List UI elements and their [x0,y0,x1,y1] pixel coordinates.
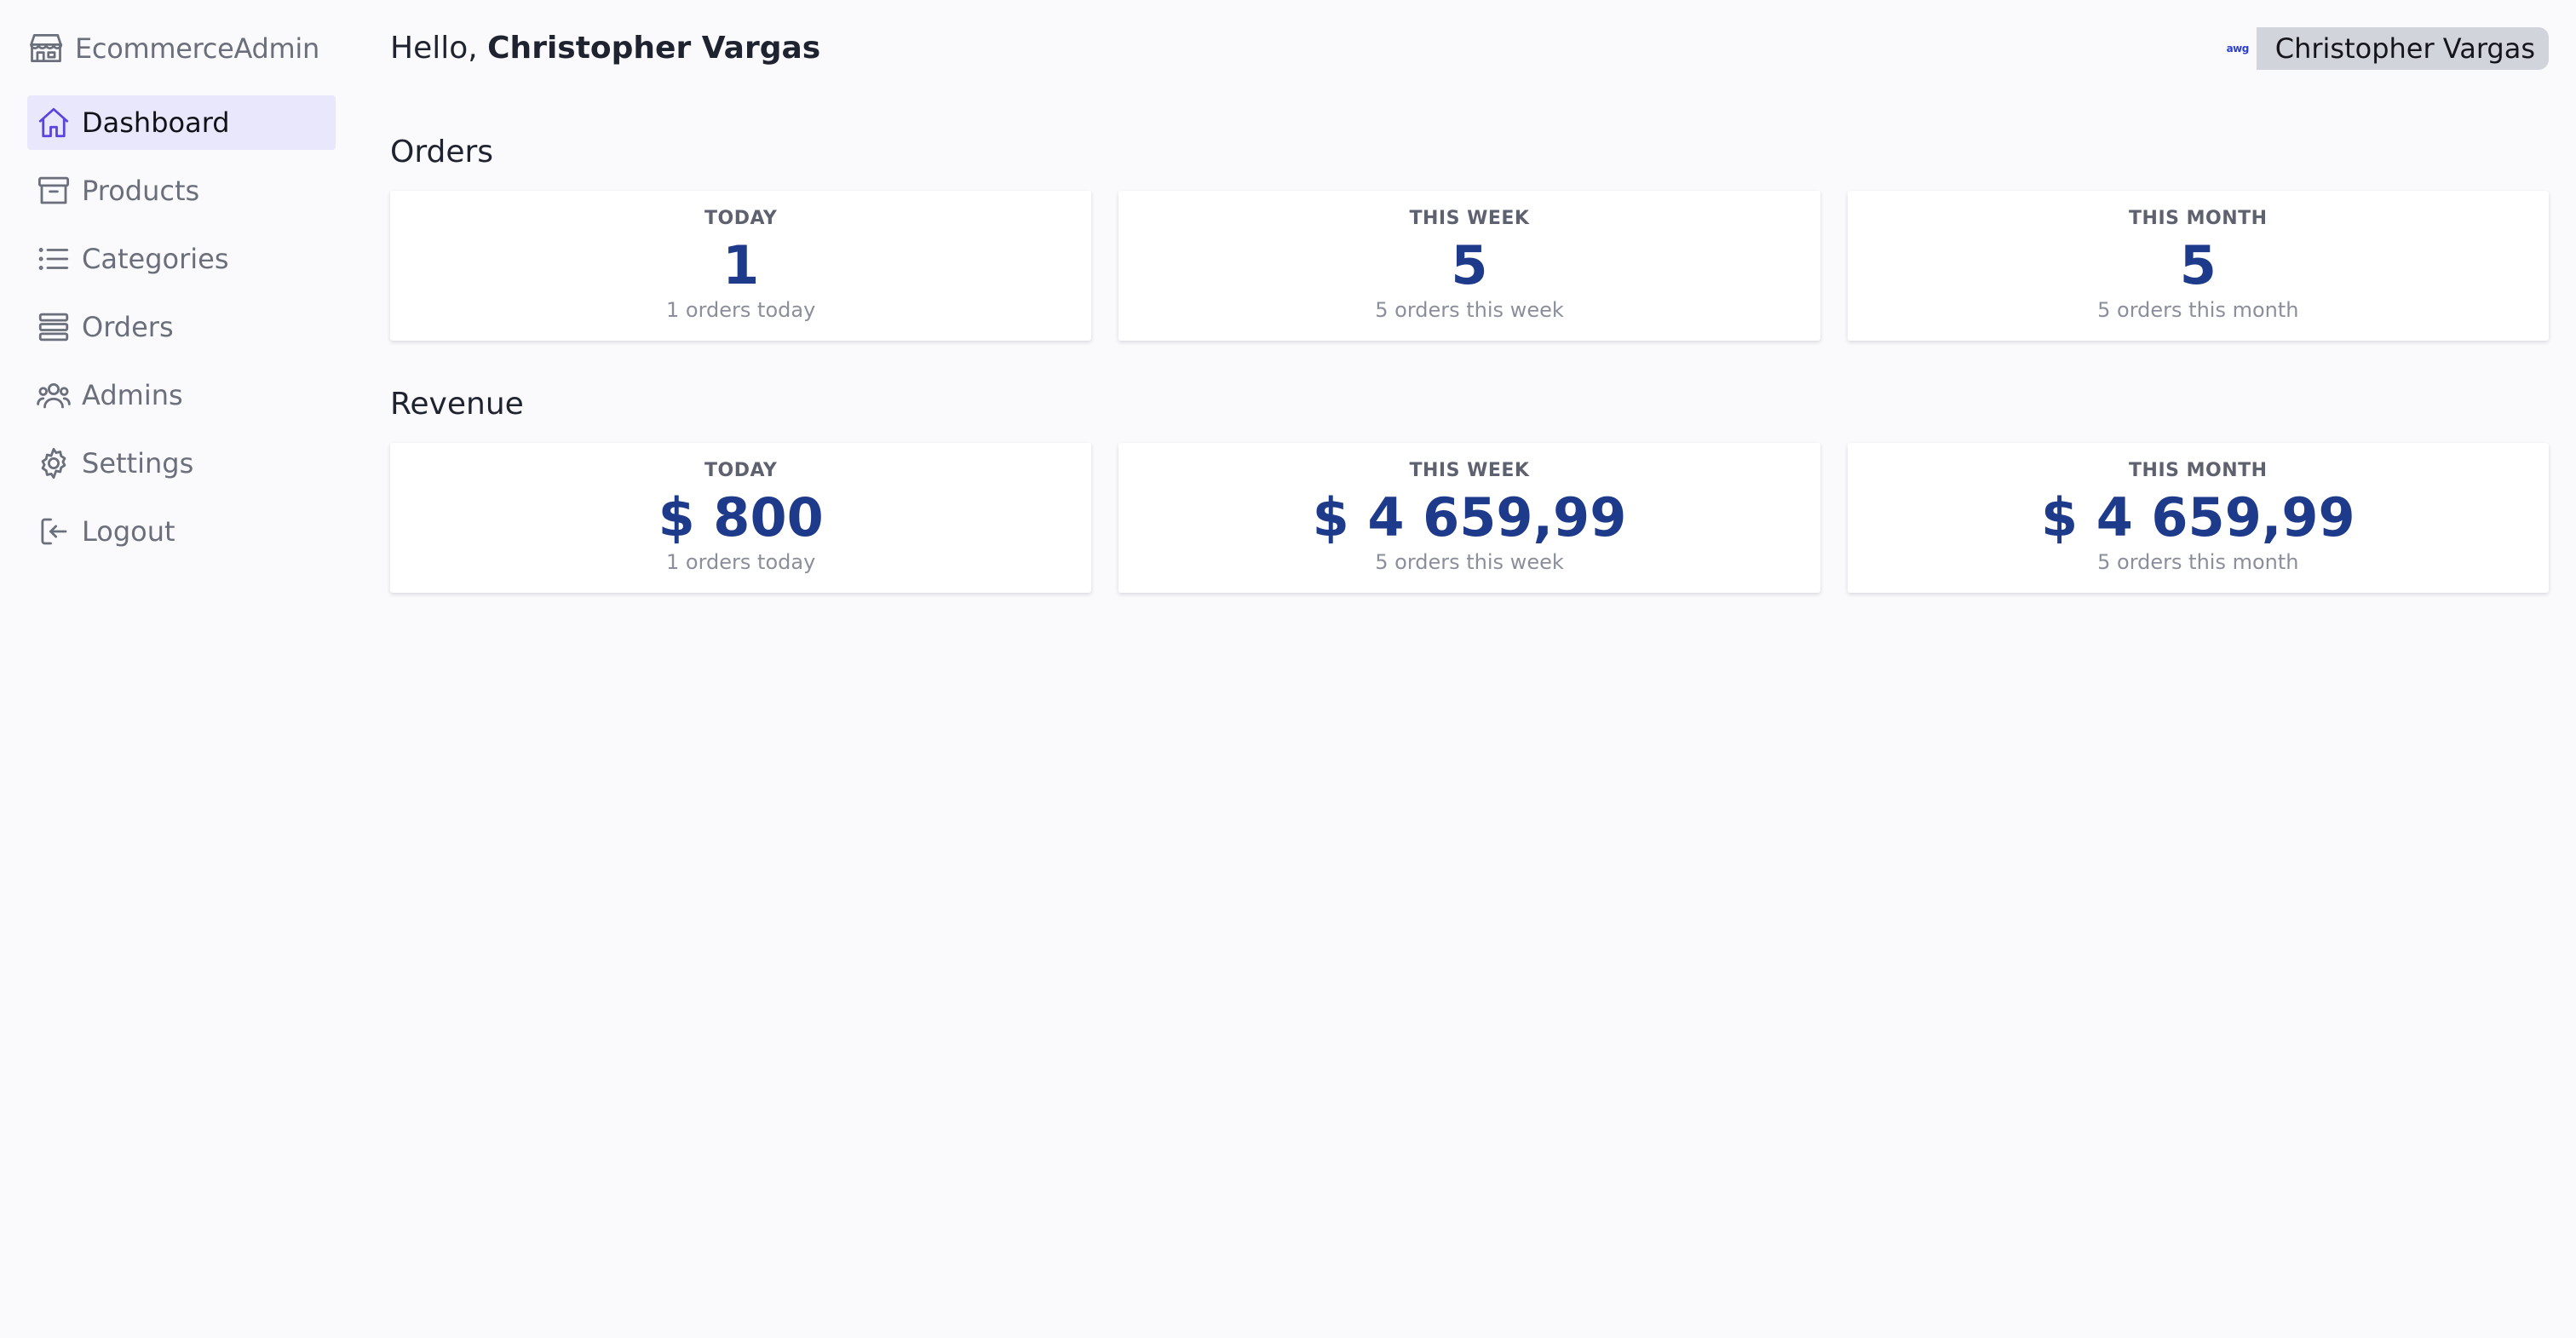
sidebar-item-label: Products [82,175,200,207]
user-menu[interactable]: awg Christopher Vargas [2219,27,2549,70]
greeting-user-name: Christopher Vargas [487,31,821,66]
sidebar-item-label: Orders [82,311,174,343]
sidebar-item-label: Settings [82,447,194,479]
revenue-cards: TODAY $ 800 1 orders today THIS WEEK $ 4… [390,443,2549,593]
card-value: 5 [2179,234,2217,296]
logout-icon [41,518,67,545]
sidebar-nav: Dashboard Products Categories Orders Adm… [27,95,336,572]
user-name-badge: Christopher Vargas [2256,27,2549,70]
sidebar-item-dashboard[interactable]: Dashboard [27,95,336,150]
revenue-card-today: TODAY $ 800 1 orders today [390,443,1092,593]
greeting: Hello, Christopher Vargas [390,31,820,66]
card-label: TODAY [704,208,778,229]
orders-cards: TODAY 1 1 orders today THIS WEEK 5 5 ord… [390,191,2549,341]
brand-logo[interactable]: EcommerceAdmin [27,27,319,70]
sidebar-item-categories[interactable]: Categories [27,232,336,286]
revenue-card-this-week: THIS WEEK $ 4 659,99 5 orders this week [1118,443,1820,593]
user-logo-text: awg [2226,43,2250,55]
card-subtext: 5 orders this week [1375,298,1564,322]
orders-card-this-week: THIS WEEK 5 5 orders this week [1118,191,1820,341]
users-icon [37,383,71,409]
card-value: $ 800 [658,486,824,548]
revenue-card-this-month: THIS MONTH $ 4 659,99 5 orders this mont… [1847,443,2549,593]
sidebar: EcommerceAdmin Dashboard Products Catego… [0,0,349,1338]
sidebar-item-orders[interactable]: Orders [27,300,336,354]
orders-section-title: Orders [390,135,494,169]
gear-icon [41,447,66,479]
orders-card-this-month: THIS MONTH 5 5 orders this month [1847,191,2549,341]
user-avatar: awg [2219,30,2257,67]
card-value: $ 4 659,99 [1312,486,1627,548]
sidebar-item-logout[interactable]: Logout [27,504,336,559]
sidebar-item-admins[interactable]: Admins [27,368,336,422]
card-label: THIS WEEK [1409,460,1530,481]
card-subtext: 5 orders this month [2097,298,2299,322]
card-subtext: 5 orders this month [2097,550,2299,574]
sidebar-item-label: Admins [82,379,183,411]
card-label: THIS MONTH [2129,460,2268,481]
sidebar-item-settings[interactable]: Settings [27,436,336,491]
home-icon [38,107,69,138]
revenue-section-title: Revenue [390,387,524,422]
card-subtext: 1 orders today [666,298,816,322]
brand-name: EcommerceAdmin [75,32,319,65]
sidebar-item-label: Dashboard [82,106,230,139]
card-label: TODAY [704,460,778,481]
card-label: THIS MONTH [2129,208,2268,229]
stack-icon [38,313,69,342]
store-icon [30,34,63,63]
card-value: $ 4 659,99 [2040,486,2355,548]
card-value: 5 [1451,234,1488,296]
list-icon [38,248,69,270]
card-subtext: 1 orders today [666,550,816,574]
card-subtext: 5 orders this week [1375,550,1564,574]
sidebar-item-label: Logout [82,515,175,548]
card-value: 1 [722,234,760,296]
archive-icon [37,176,70,204]
card-label: THIS WEEK [1409,208,1530,229]
greeting-prefix: Hello, [390,31,488,66]
sidebar-item-products[interactable]: Products [27,164,336,218]
orders-card-today: TODAY 1 1 orders today [390,191,1092,341]
sidebar-item-label: Categories [82,243,229,275]
